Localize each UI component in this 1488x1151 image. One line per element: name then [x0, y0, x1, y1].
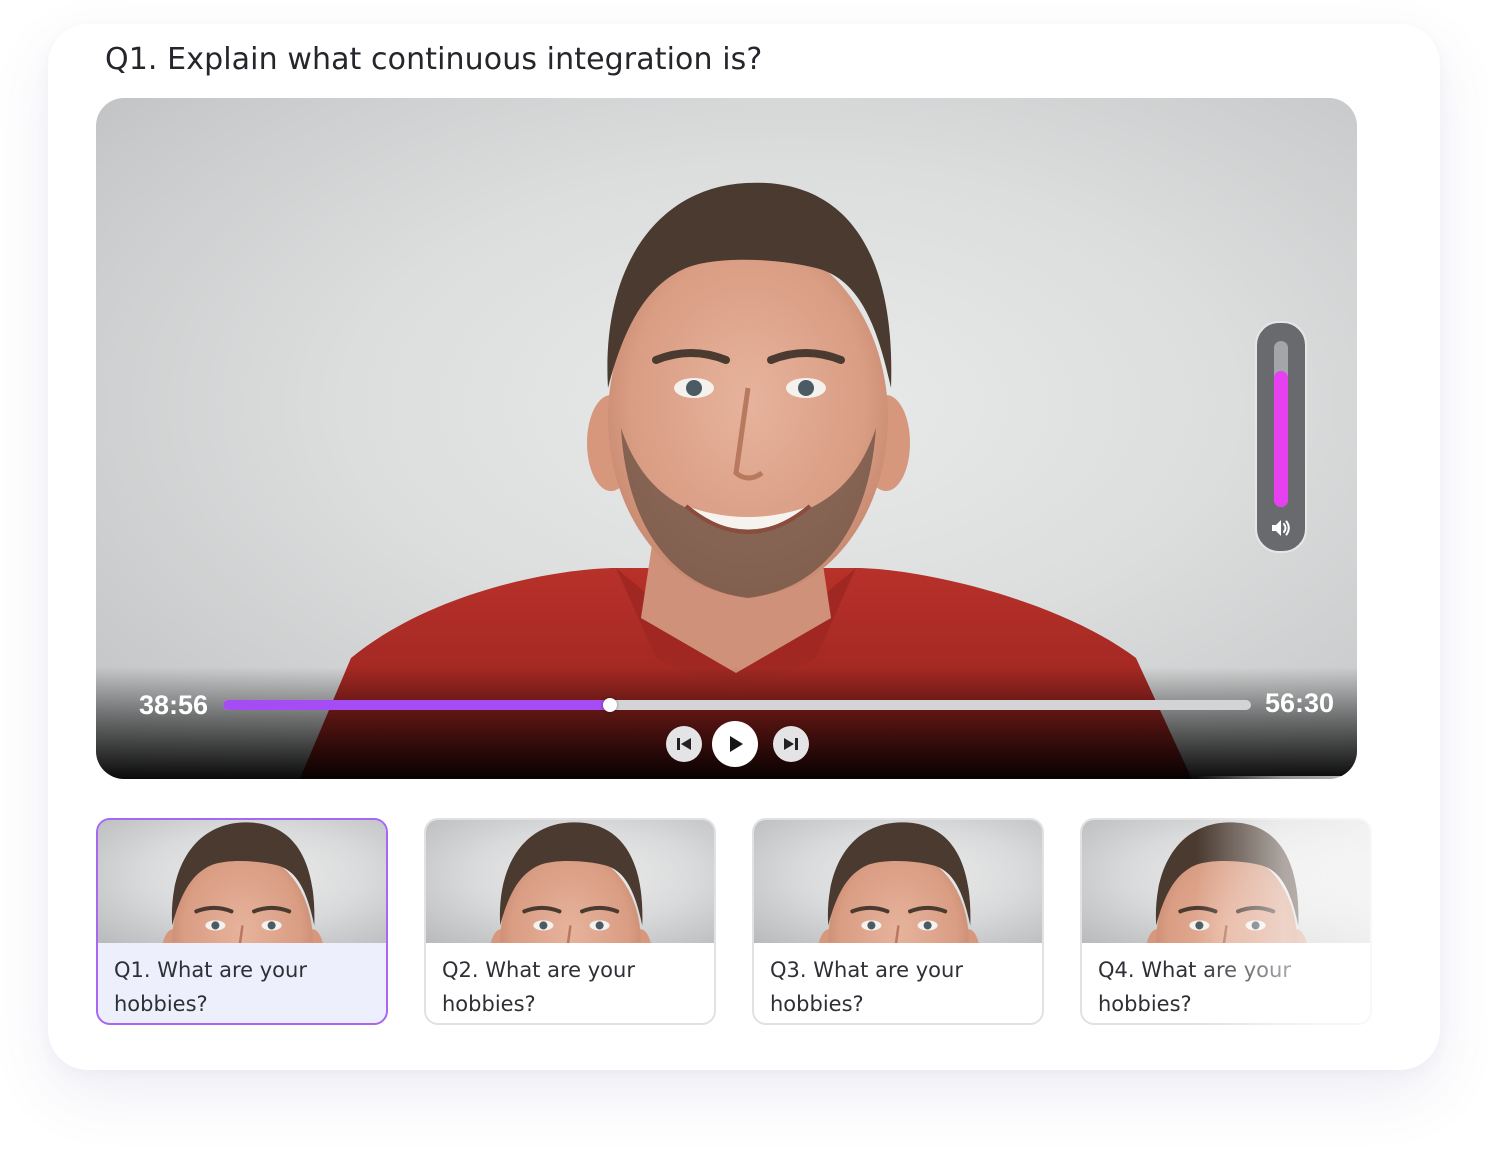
volume-slider[interactable]: [1255, 321, 1307, 553]
skip-previous-icon: [677, 738, 691, 750]
question-thumbnail-4[interactable]: Q4. What are your hobbies?: [1080, 818, 1372, 1025]
thumbnail-image: [426, 820, 714, 943]
question-title: Q1. Explain what continuous integration …: [105, 42, 763, 77]
volume-track[interactable]: [1274, 341, 1288, 507]
progress-bar[interactable]: [223, 698, 1251, 712]
question-thumbnail-1[interactable]: Q1. What are your hobbies?: [96, 818, 388, 1025]
total-time: 56:30: [1264, 688, 1334, 718]
question-thumbnail-3[interactable]: Q3. What are your hobbies?: [752, 818, 1044, 1025]
video-player[interactable]: 38:56 56:30: [96, 98, 1357, 779]
thumbnail-image: [98, 820, 386, 943]
thumbnail-label: Q1. What are your hobbies?: [114, 958, 307, 1016]
thumbnail-label: Q2. What are your hobbies?: [442, 958, 635, 1016]
thumbnail-label: Q4. What are your hobbies?: [1098, 958, 1291, 1016]
volume-level: [1274, 370, 1288, 507]
thumbnail-image: [1082, 820, 1370, 943]
play-button[interactable]: [712, 721, 758, 767]
skip-next-icon: [784, 738, 798, 750]
thumbnail-label: Q3. What are your hobbies?: [770, 958, 963, 1016]
question-thumbnail-2[interactable]: Q2. What are your hobbies?: [424, 818, 716, 1025]
current-time: 38:56: [139, 690, 209, 720]
play-icon: [730, 736, 743, 752]
thumbnail-image: [754, 820, 1042, 943]
previous-button[interactable]: [666, 726, 702, 762]
progress-bar-fill: [223, 700, 610, 710]
progress-bar-handle[interactable]: [602, 698, 617, 712]
next-button[interactable]: [773, 726, 809, 762]
volume-icon[interactable]: [1270, 517, 1292, 539]
